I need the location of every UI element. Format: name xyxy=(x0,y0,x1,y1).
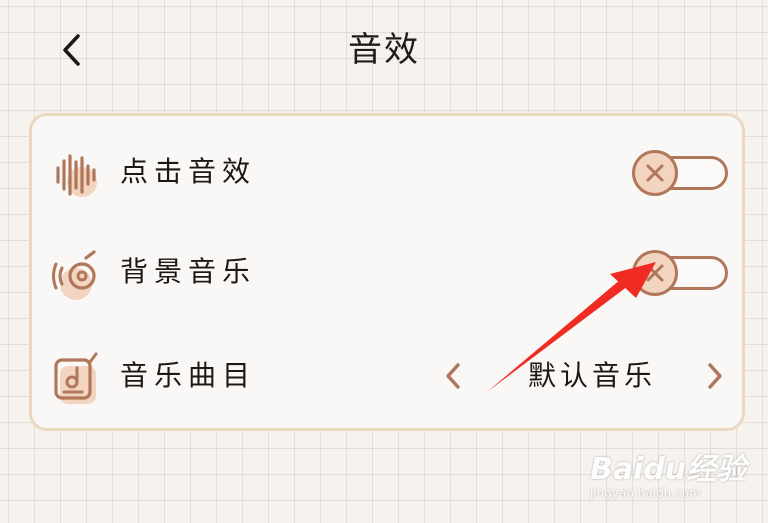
music-track-value: 默认音乐 xyxy=(527,359,656,392)
previous-track-button[interactable] xyxy=(438,356,468,396)
music-track-row: 音乐曲目 默认音乐 xyxy=(32,338,742,418)
click-sound-toggle[interactable] xyxy=(632,150,732,196)
background-music-toggle[interactable] xyxy=(632,250,732,296)
watermark: Baidu经验 jingyan.baidu.com xyxy=(590,440,750,506)
vinyl-record-icon xyxy=(52,250,96,300)
close-icon xyxy=(646,264,664,282)
close-icon xyxy=(646,164,664,182)
click-sound-row: 点击音效 xyxy=(32,134,742,214)
next-track-button[interactable] xyxy=(700,356,730,396)
toggle-knob xyxy=(632,250,678,296)
watermark-url: jingyan.baidu.com xyxy=(590,486,701,500)
page-title: 音效 xyxy=(348,30,420,70)
click-sound-label: 点击音效 xyxy=(120,155,257,188)
sound-settings-panel: 点击音效 背景音乐 音乐曲目 默认音乐 xyxy=(29,113,745,431)
sound-wave-icon xyxy=(56,154,97,197)
chevron-right-icon xyxy=(708,363,722,389)
chevron-left-icon xyxy=(446,363,460,389)
background-music-label: 背景音乐 xyxy=(120,255,257,288)
music-track-label: 音乐曲目 xyxy=(120,359,257,392)
music-file-icon xyxy=(54,352,98,404)
background-music-row: 背景音乐 xyxy=(32,234,742,314)
toggle-knob xyxy=(632,150,678,196)
watermark-logo: Baidu经验 xyxy=(590,452,747,487)
